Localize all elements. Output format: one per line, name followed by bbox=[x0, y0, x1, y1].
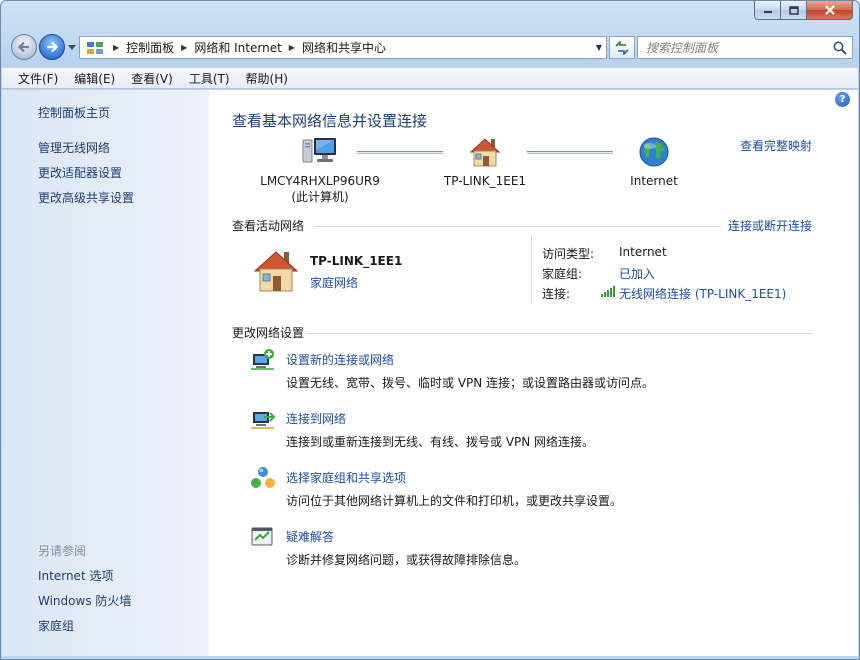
minimize-icon bbox=[763, 11, 772, 13]
back-arrow-icon bbox=[17, 41, 29, 53]
section-divider bbox=[315, 226, 721, 227]
internet-node-label: Internet bbox=[630, 174, 678, 188]
breadcrumb-network-internet[interactable]: 网络和 Internet ▶ bbox=[194, 39, 302, 56]
navigation-pane: 控制面板主页 管理无线网络 更改适配器设置 更改高级共享设置 另请参阅 Inte… bbox=[2, 90, 209, 656]
see-also-windows-firewall[interactable]: Windows 防火墙 bbox=[38, 592, 131, 609]
navigation-bar: ▶ 控制面板 ▶ 网络和 Internet ▶ 网络和共享中心 ▼ bbox=[9, 33, 853, 61]
back-button[interactable] bbox=[11, 34, 37, 60]
access-type-value: Internet bbox=[619, 245, 667, 259]
homegroup-icon bbox=[251, 467, 275, 488]
connect-to-network-desc: 连接到或重新连接到无线、有线、拨号或 VPN 网络连接。 bbox=[286, 435, 595, 449]
access-type-label: 访问类型: bbox=[542, 247, 595, 261]
active-network-name: TP-LINK_1EE1 bbox=[310, 254, 403, 268]
search-input[interactable] bbox=[646, 40, 826, 55]
home-network-icon bbox=[253, 251, 299, 292]
sidebar-item-adapter-settings[interactable]: 更改适配器设置 bbox=[38, 164, 122, 181]
see-also-heading: 另请参阅 bbox=[38, 544, 87, 558]
see-also-internet-options[interactable]: Internet 选项 bbox=[38, 567, 113, 584]
see-also-homegroup[interactable]: 家庭组 bbox=[38, 617, 74, 634]
computer-name: LMCY4RHXLP96UR9 bbox=[260, 174, 380, 188]
homegroup-sharing-desc: 访问位于其他网络计算机上的文件和打印机，或更改共享设置。 bbox=[286, 494, 623, 508]
connection-label: 连接: bbox=[542, 287, 571, 301]
help-icon[interactable]: ? bbox=[835, 92, 850, 107]
homegroup-joined-link[interactable]: 已加入 bbox=[619, 265, 655, 282]
map-connector bbox=[357, 151, 443, 154]
computer-icon bbox=[302, 138, 336, 163]
menu-tools[interactable]: 工具(T) bbox=[181, 70, 238, 87]
breadcrumb-separator[interactable]: ▶ bbox=[289, 43, 295, 52]
search-icon[interactable] bbox=[832, 40, 848, 56]
map-node-internet[interactable]: Internet bbox=[604, 136, 704, 189]
refresh-button[interactable] bbox=[609, 36, 635, 59]
control-panel-icon bbox=[87, 41, 103, 54]
menu-help[interactable]: 帮助(H) bbox=[238, 70, 296, 87]
map-node-network[interactable]: TP-LINK_1EE1 bbox=[435, 136, 535, 189]
vertical-divider bbox=[531, 236, 532, 304]
active-networks-heading: 查看活动网络 bbox=[232, 219, 305, 233]
close-button[interactable] bbox=[807, 1, 853, 20]
home-network-icon bbox=[469, 138, 501, 167]
section-divider bbox=[307, 333, 812, 334]
minimize-button[interactable] bbox=[754, 1, 781, 20]
troubleshoot-link[interactable]: 疑难解答 bbox=[286, 528, 334, 545]
setup-new-connection-link[interactable]: 设置新的连接或网络 bbox=[286, 351, 394, 368]
explorer-window: ▶ 控制面板▶ 网络和 Internet▶ 网络和共享中心 ▼ 文件(F) 编辑… bbox=[0, 0, 860, 660]
globe-icon bbox=[639, 137, 669, 167]
wireless-connection-link[interactable]: 无线网络连接 (TP-LINK_1EE1) bbox=[619, 285, 786, 302]
connect-network-icon bbox=[251, 412, 276, 429]
sidebar-item-manage-wireless[interactable]: 管理无线网络 bbox=[38, 139, 110, 156]
refresh-icon bbox=[615, 40, 629, 55]
computer-sublabel: (此计算机) bbox=[291, 190, 349, 204]
homegroup-sharing-link[interactable]: 选择家庭组和共享选项 bbox=[286, 469, 406, 486]
maximize-icon bbox=[788, 5, 799, 15]
connect-disconnect-link[interactable]: 连接或断开连接 bbox=[728, 217, 812, 234]
address-history-dropdown[interactable]: ▼ bbox=[596, 43, 602, 52]
breadcrumb-separator[interactable]: ▶ bbox=[181, 43, 187, 52]
full-map-link[interactable]: 查看完整映射 bbox=[740, 137, 812, 154]
main-content: ? 查看基本网络信息并设置连接 查看完整映射 LMCY4RHXLP96UR9 (… bbox=[209, 90, 858, 656]
breadcrumb-control-panel[interactable]: 控制面板 ▶ bbox=[126, 39, 194, 56]
map-connector bbox=[527, 151, 613, 154]
address-bar[interactable]: ▶ 控制面板 ▶ 网络和 Internet ▶ 网络和共享中心 ▼ bbox=[79, 36, 607, 59]
map-node-computer[interactable]: LMCY4RHXLP96UR9 (此计算机) bbox=[255, 136, 385, 205]
breadcrumb-separator[interactable]: ▶ bbox=[113, 43, 119, 52]
chevron-down-icon bbox=[68, 44, 76, 50]
homegroup-label: 家庭组: bbox=[542, 267, 583, 281]
troubleshoot-desc: 诊断并修复网络问题，或获得故障排除信息。 bbox=[286, 553, 527, 567]
close-icon bbox=[824, 5, 835, 15]
forward-arrow-icon bbox=[47, 41, 59, 53]
troubleshoot-icon bbox=[251, 527, 273, 546]
network-node-name: TP-LINK_1EE1 bbox=[443, 174, 527, 188]
menu-file[interactable]: 文件(F) bbox=[10, 70, 66, 87]
breadcrumb-network-sharing-center[interactable]: 网络和共享中心 bbox=[302, 39, 386, 56]
menu-edit[interactable]: 编辑(E) bbox=[66, 70, 123, 87]
network-type-link[interactable]: 家庭网络 bbox=[310, 274, 358, 291]
page-title: 查看基本网络信息并设置连接 bbox=[232, 112, 428, 130]
new-connection-icon bbox=[251, 349, 274, 370]
connect-to-network-link[interactable]: 连接到网络 bbox=[286, 410, 346, 427]
search-box[interactable] bbox=[637, 36, 853, 59]
sidebar-item-advanced-sharing[interactable]: 更改高级共享设置 bbox=[38, 189, 134, 206]
forward-button[interactable] bbox=[39, 34, 65, 60]
sidebar-item-control-panel-home[interactable]: 控制面板主页 bbox=[38, 104, 110, 121]
wireless-signal-icon bbox=[601, 286, 615, 297]
setup-new-connection-desc: 设置无线、宽带、拨号、临时或 VPN 连接；或设置路由器或访问点。 bbox=[286, 376, 655, 390]
caption-buttons bbox=[754, 1, 853, 20]
menu-view[interactable]: 查看(V) bbox=[123, 70, 181, 87]
menu-bar: 文件(F) 编辑(E) 查看(V) 工具(T) 帮助(H) bbox=[2, 67, 858, 89]
maximize-button[interactable] bbox=[781, 1, 807, 20]
recent-pages-dropdown[interactable] bbox=[67, 42, 77, 52]
change-settings-heading: 更改网络设置 bbox=[232, 326, 305, 340]
